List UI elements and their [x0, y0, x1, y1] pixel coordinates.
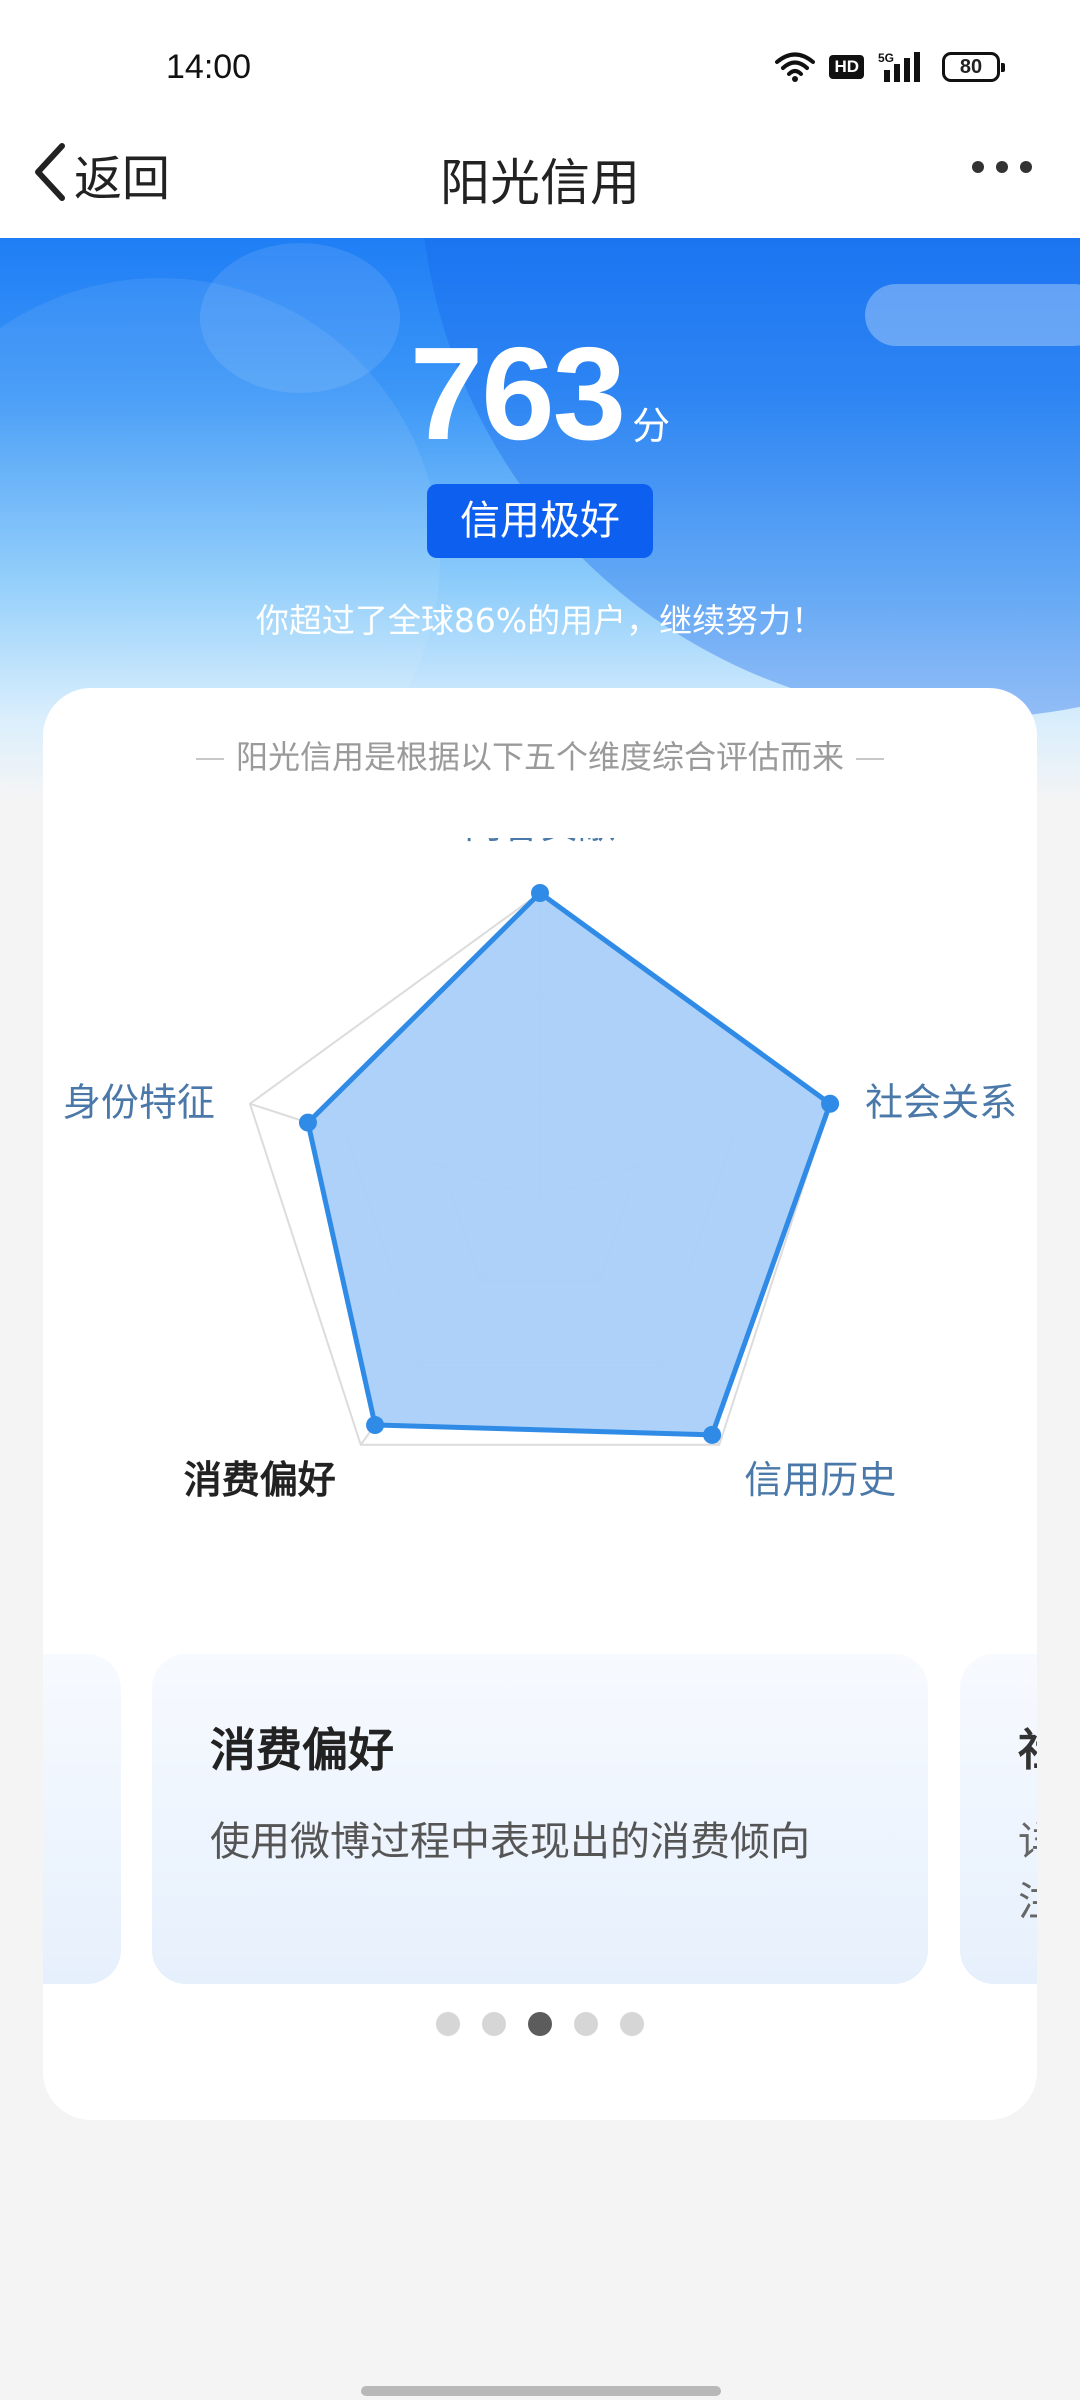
- more-button[interactable]: [972, 161, 1032, 173]
- radar-point: [531, 884, 549, 902]
- next-slide-desc-fragment: 详: [1018, 1809, 1037, 1867]
- credit-level-badge: 信用极好: [427, 484, 653, 558]
- pagination-dot[interactable]: [436, 2012, 460, 2036]
- pagination-dot[interactable]: [620, 2012, 644, 2036]
- carousel-pagination: [43, 2012, 1037, 2036]
- pagination-dot[interactable]: [528, 2012, 552, 2036]
- status-time: 14:00: [166, 48, 252, 86]
- radar-point: [703, 1425, 722, 1444]
- wifi-icon: [775, 51, 816, 83]
- signal-icon: 5G: [878, 50, 928, 84]
- page-title: 阳光信用: [440, 154, 640, 212]
- radar-axis-label[interactable]: 身份特征: [63, 1081, 215, 1125]
- status-icons: HD 5G 80: [775, 50, 1005, 84]
- radar-point: [821, 1094, 840, 1113]
- credit-score: 763 分: [0, 318, 1080, 469]
- next-slide-desc-fragment: 注: [1018, 1869, 1037, 1927]
- radar-axis-label[interactable]: 消费偏好: [184, 1458, 336, 1502]
- score-value: 763: [409, 320, 626, 467]
- radar-area: [305, 890, 833, 1438]
- carousel-slide-prev[interactable]: [43, 1654, 121, 1984]
- nav-bar: 返回 阳光信用: [0, 115, 1080, 238]
- status-bar: 14:00 HD 5G 80: [0, 0, 1080, 115]
- radar-point: [298, 1113, 317, 1132]
- more-dot-icon: [972, 161, 984, 173]
- pagination-dot[interactable]: [574, 2012, 598, 2036]
- slide-title: 消费偏好: [210, 1723, 394, 1777]
- more-dot-icon: [996, 161, 1008, 173]
- dimension-carousel[interactable]: 消费偏好 使用微博过程中表现出的消费倾向 社 详 注: [43, 1654, 1037, 1984]
- radar-chart: 内容贡献社会关系信用历史 消费偏好 身份特征: [63, 838, 1017, 1502]
- caption-text: 阳光信用是根据以下五个维度综合评估而来: [235, 738, 844, 776]
- hd-badge: HD: [829, 55, 864, 79]
- more-dot-icon: [1020, 161, 1032, 173]
- radar-axis-label[interactable]: 信用历史: [744, 1458, 896, 1502]
- battery-level: 80: [959, 55, 983, 78]
- radar-axis-label[interactable]: 社会关系: [865, 1081, 1017, 1125]
- caption-dash: [195, 758, 224, 760]
- battery-icon: 80: [942, 52, 1005, 82]
- dimensions-card: 阳光信用是根据以下五个维度综合评估而来 内容贡献社会关系信用历史消费偏好身份特征…: [43, 688, 1037, 2120]
- score-unit: 分: [632, 404, 671, 448]
- card-caption: 阳光信用是根据以下五个维度综合评估而来: [43, 732, 1037, 778]
- radar-axis-label[interactable]: 内容贡献: [464, 838, 616, 847]
- carousel-slide-next[interactable]: 社 详 注: [960, 1654, 1037, 1984]
- slide-description: 使用微博过程中表现出的消费倾向: [210, 1819, 810, 1865]
- next-slide-title-fragment: 社: [1018, 1714, 1037, 1778]
- rank-note: 你超过了全球86%的用户，继续努力！: [255, 601, 825, 640]
- home-indicator[interactable]: [361, 2386, 721, 2396]
- pagination-dot[interactable]: [482, 2012, 506, 2036]
- carousel-slide-active[interactable]: 消费偏好 使用微博过程中表现出的消费倾向: [152, 1654, 928, 1984]
- signal-label: 5G: [878, 51, 894, 65]
- radar-point: [366, 1416, 385, 1435]
- caption-dash: [856, 758, 884, 760]
